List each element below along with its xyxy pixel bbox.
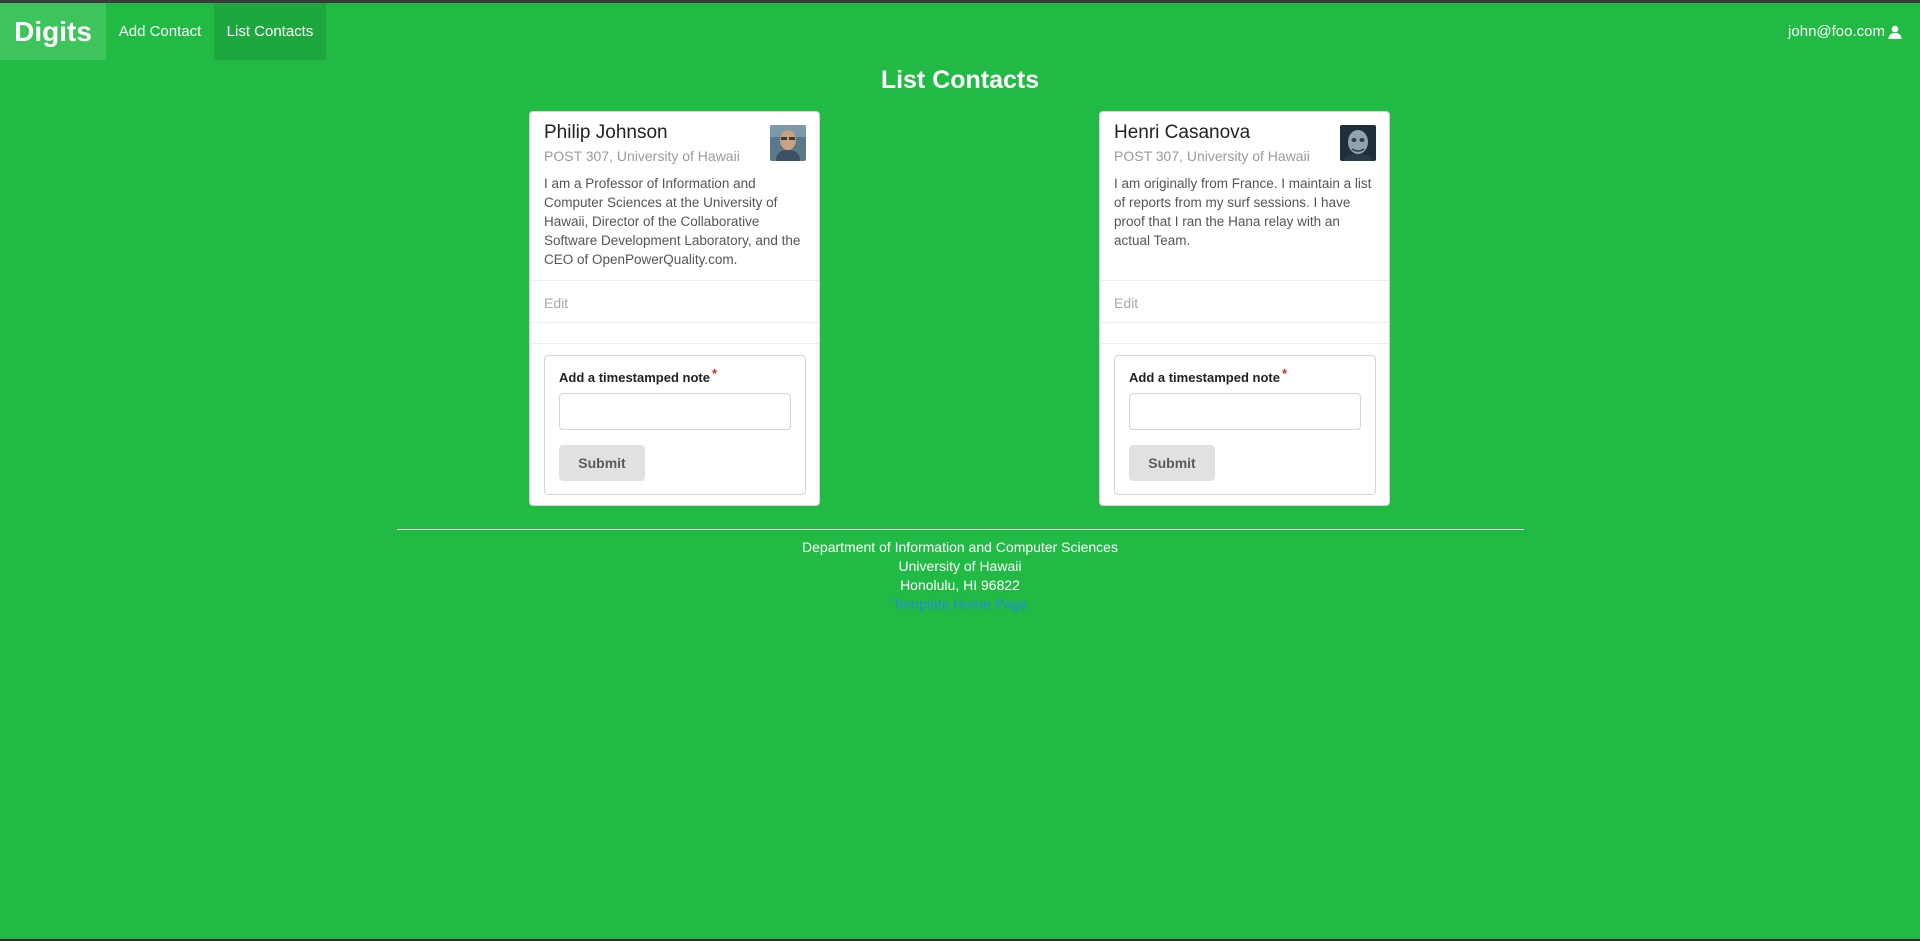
page-title: List Contacts [880,66,1040,94]
submit-button[interactable]: Submit [1129,445,1215,481]
card-divider [1100,322,1389,323]
card-divider [530,322,819,323]
contact-name: Henri Casanova [1114,122,1251,143]
navbar: Digits Add Contact List Contacts john@fo… [0,3,1920,60]
note-field-label: Add a timestamped note * [1129,366,1288,385]
user-email: john@foo.com [1788,23,1885,40]
edit-link[interactable]: Edit [544,295,568,311]
edit-link[interactable]: Edit [1114,295,1138,311]
required-mark: * [1281,366,1288,381]
contact-avatar [770,125,806,161]
footer-department: Department of Information and Computer S… [802,539,1118,555]
required-mark: * [711,366,718,381]
template-home-link[interactable]: Template Home Page [893,596,1028,612]
footer-university: University of Hawaii [898,558,1022,574]
contact-address: POST 307, University of Hawaii [1114,148,1310,164]
card-divider [1100,280,1389,281]
contact-description: I am a Professor of Information and Comp… [544,176,801,267]
note-field-label: Add a timestamped note * [559,366,718,385]
user-icon [1888,25,1902,39]
add-note-form: Add a timestamped note * Submit [544,355,806,495]
contact-avatar [1340,125,1376,161]
contact-card: Philip Johnson POST 307, University of H… [529,111,820,506]
contact-description: I am originally from France. I maintain … [1114,176,1372,248]
card-divider [1100,343,1389,344]
user-menu[interactable]: john@foo.com [1788,3,1902,60]
footer-address: Honolulu, HI 96822 [900,577,1020,593]
card-divider [530,280,819,281]
contact-name: Philip Johnson [544,122,668,143]
submit-button[interactable]: Submit [559,445,645,481]
nav-add-contact[interactable]: Add Contact [106,3,214,60]
contact-address: POST 307, University of Hawaii [544,148,740,164]
footer-divider [397,529,1524,530]
note-input[interactable] [559,393,791,430]
add-note-form: Add a timestamped note * Submit [1114,355,1376,495]
note-input[interactable] [1129,393,1361,430]
nav-list-contacts[interactable]: List Contacts [214,3,326,60]
brand-logo[interactable]: Digits [0,3,106,60]
footer: Department of Information and Computer S… [0,538,1920,614]
card-divider [530,343,819,344]
contact-card: Henri Casanova POST 307, University of H… [1099,111,1390,506]
